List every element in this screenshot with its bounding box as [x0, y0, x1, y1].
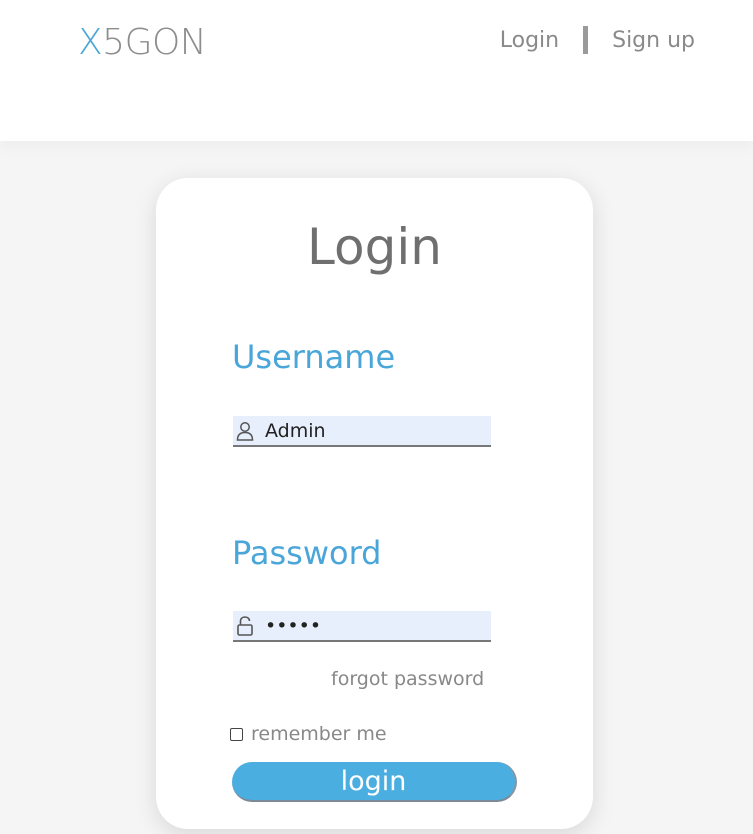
login-card: Login Username Password forgot password … [156, 178, 593, 829]
remember-me[interactable]: remember me [230, 723, 387, 745]
nav-divider [583, 26, 589, 54]
password-field[interactable] [233, 611, 491, 642]
page-title: Login [307, 218, 442, 276]
username-input[interactable] [265, 419, 480, 442]
top-bar: X5GON Login Sign up [0, 0, 753, 141]
forgot-password-link[interactable]: forgot password [331, 668, 484, 690]
nav-signup-link[interactable]: Sign up [612, 28, 695, 53]
remember-label: remember me [251, 723, 387, 745]
password-label: Password [232, 534, 382, 572]
logo[interactable]: X5GON [78, 22, 207, 63]
remember-checkbox[interactable] [230, 727, 243, 741]
login-button[interactable]: login [232, 762, 517, 802]
user-icon [235, 420, 255, 442]
top-nav: Login Sign up [500, 26, 695, 54]
username-field[interactable] [233, 416, 491, 447]
password-input[interactable] [265, 614, 480, 637]
logo-x: X [78, 22, 103, 63]
logo-text: 5GON [102, 22, 207, 63]
nav-login-link[interactable]: Login [500, 28, 559, 53]
username-label: Username [232, 338, 396, 376]
unlock-icon [235, 615, 255, 637]
